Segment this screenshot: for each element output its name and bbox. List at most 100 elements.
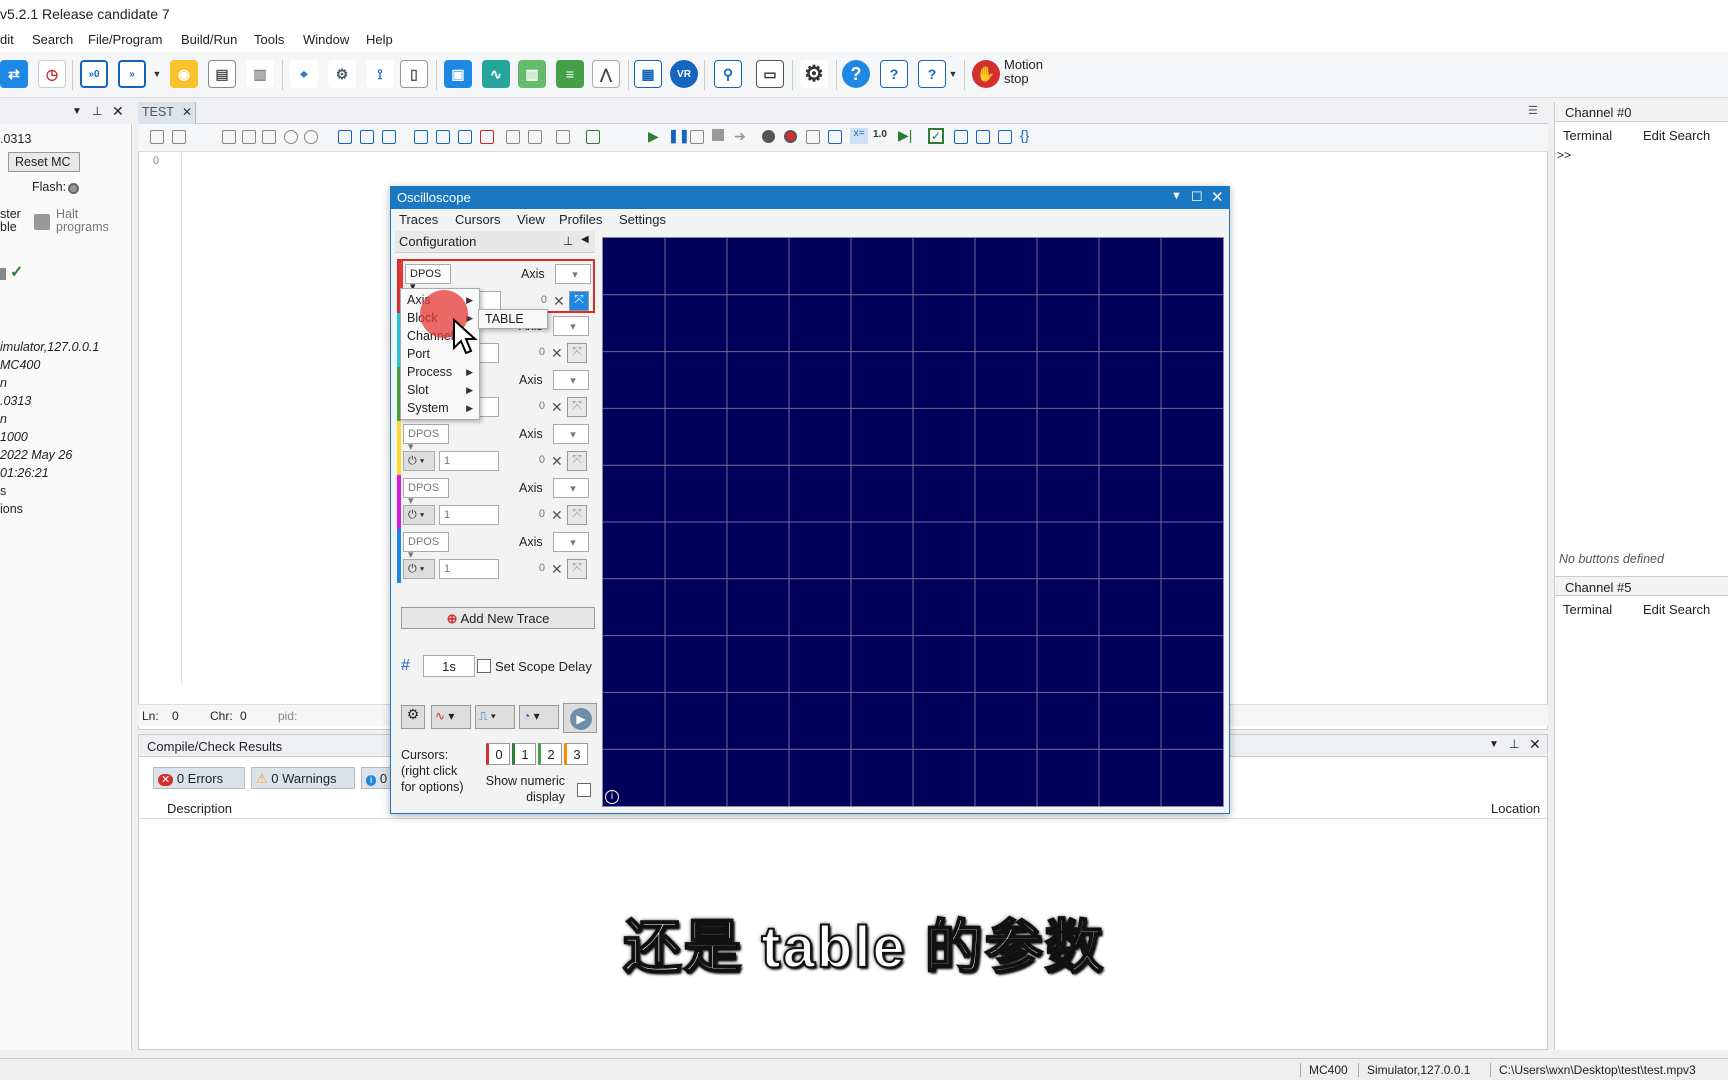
list-indent-icon[interactable] <box>976 130 990 144</box>
errors-filter-button[interactable]: ✕ 0 Errors <box>153 767 245 789</box>
pin-icon[interactable]: ⊥ <box>563 234 573 248</box>
chevron-down-icon[interactable]: ▼ <box>946 60 960 88</box>
trace-offset-input[interactable]: 0 <box>519 451 549 471</box>
trace-scale-icon[interactable]: ⤧ <box>567 559 587 579</box>
trace-power-dropdown[interactable]: ⏻ ▾ <box>403 559 435 579</box>
trace-parameter-select[interactable]: DPOS ▾ <box>403 532 449 561</box>
remove-trace-icon[interactable]: ✕ <box>553 293 565 310</box>
variable-icon[interactable]: x= <box>850 128 868 144</box>
osc-menu-view[interactable]: View <box>517 212 545 227</box>
close-icon[interactable]: ✕ <box>1529 736 1541 753</box>
pause-icon[interactable]: ❚❚ <box>668 128 690 144</box>
trace-parameter-select[interactable]: DPOS ▾ <box>405 264 451 293</box>
value-icon[interactable]: 1.0 <box>873 129 887 140</box>
halt-programs-checkbox[interactable] <box>34 214 50 230</box>
description-column-header[interactable]: Description <box>167 801 232 816</box>
breakpoint-icon[interactable] <box>762 130 775 143</box>
run-icon[interactable]: ▶ <box>648 128 659 145</box>
trigger-mode-dropdown[interactable]: ∿ ▾ <box>431 705 471 729</box>
timebase-input[interactable]: 1s <box>423 655 475 677</box>
user-folder-icon[interactable]: ◉ <box>170 60 198 88</box>
trace-value-input[interactable]: 1 <box>439 505 499 525</box>
replace-icon[interactable] <box>382 130 396 144</box>
bookmark-icon[interactable] <box>414 130 428 144</box>
osc-menu-profiles[interactable]: Profiles <box>559 212 602 227</box>
format-icon[interactable] <box>506 130 520 144</box>
save-icon[interactable] <box>150 130 164 144</box>
outdent-icon[interactable] <box>998 130 1012 144</box>
trace-scale-icon[interactable]: ⤧ <box>569 291 589 311</box>
context-item-process[interactable]: Process <box>407 365 452 379</box>
remove-trace-icon[interactable]: ✕ <box>551 507 563 524</box>
bookmark-prev-icon[interactable] <box>436 130 450 144</box>
osc-menu-cursors[interactable]: Cursors <box>455 212 501 227</box>
clock-icon[interactable]: ◷ <box>38 60 66 88</box>
waveform-icon[interactable]: ∿ <box>482 60 510 88</box>
motion-stop-button[interactable]: Motion stop <box>1004 58 1043 86</box>
trace-offset-input[interactable]: 0 <box>521 291 551 311</box>
chevron-down-icon[interactable]: ▼ <box>1489 739 1499 750</box>
diagnostics-icon[interactable]: ⚲ <box>714 60 742 88</box>
vr-icon[interactable]: VR <box>670 60 698 88</box>
cursor-1-button[interactable]: 1 <box>512 743 536 765</box>
show-numeric-checkbox[interactable] <box>577 783 591 797</box>
axis-select[interactable]: ▾ <box>553 478 589 498</box>
columns-icon[interactable]: ▥ <box>518 60 546 88</box>
bookmark-clear-icon[interactable] <box>480 130 494 144</box>
channel0-tab-search[interactable]: Search <box>1669 128 1710 143</box>
iec-help-icon[interactable]: ? <box>918 60 946 88</box>
osc-menu-settings[interactable]: Settings <box>619 212 666 227</box>
cursor-3-button[interactable]: 3 <box>564 743 588 765</box>
trace-power-dropdown[interactable]: ⏻ ▾ <box>403 451 435 471</box>
context-item-system[interactable]: System <box>407 401 449 415</box>
menu-file-program[interactable]: File/Program <box>88 32 162 47</box>
chevron-down-icon[interactable]: ▼ <box>72 106 82 117</box>
indent-icon[interactable] <box>338 130 352 144</box>
step-over-icon[interactable] <box>690 130 704 144</box>
pin-icon[interactable]: ⊥ <box>92 104 102 118</box>
robot-icon[interactable]: ⚙ <box>328 60 356 88</box>
help-document-icon[interactable]: ? <box>880 60 908 88</box>
cut-icon[interactable] <box>222 130 236 144</box>
gear-icon[interactable]: ⚙ <box>800 60 828 88</box>
close-icon[interactable]: ✕ <box>112 103 124 120</box>
chevron-down-icon[interactable]: ▼ <box>1171 190 1182 202</box>
close-icon[interactable]: ✕ <box>1211 188 1224 206</box>
trace-offset-input[interactable]: 0 <box>519 397 549 417</box>
add-new-trace-button[interactable]: ⊕ Add New Trace <box>401 607 595 629</box>
settings-gear-icon[interactable]: ⚙ <box>401 705 425 729</box>
trace-offset-input[interactable]: 0 <box>519 559 549 579</box>
trace-scale-icon[interactable]: ⤧ <box>567 505 587 525</box>
copy-icon[interactable] <box>242 130 256 144</box>
axis-select[interactable]: ▾ <box>553 532 589 552</box>
channel5-tab-terminal[interactable]: Terminal <box>1563 602 1612 617</box>
location-column-header[interactable]: Location <box>1491 801 1540 816</box>
warnings-filter-button[interactable]: ⚠ 0 Warnings <box>251 767 355 789</box>
table-icon[interactable]: ▤ <box>208 60 236 88</box>
trace-scale-icon[interactable]: ⤧ <box>567 343 587 363</box>
watch-icon[interactable] <box>806 130 820 144</box>
remove-trace-icon[interactable]: ✕ <box>551 561 563 578</box>
debug-icon[interactable] <box>556 130 570 144</box>
submenu-table-item[interactable]: TABLE <box>478 309 548 329</box>
trace-power-dropdown[interactable]: ⏻ ▾ <box>403 505 435 525</box>
bar-chart-icon[interactable]: ▥ <box>246 60 274 88</box>
trace-parameter-select[interactable]: DPOS ▾ <box>403 424 449 453</box>
pin-icon[interactable]: ⊥ <box>1509 737 1519 751</box>
braces-icon[interactable]: {} <box>1020 127 1029 143</box>
paste-icon[interactable] <box>262 130 276 144</box>
axis-select[interactable]: ▾ <box>553 424 589 444</box>
menu-search[interactable]: Search <box>32 32 73 47</box>
print-icon[interactable] <box>172 130 186 144</box>
channel0-tab-terminal[interactable]: Terminal <box>1563 128 1612 143</box>
trigger-edge-dropdown[interactable]: ⎍ ▾ <box>475 705 515 729</box>
terminal-icon[interactable]: » <box>118 60 146 88</box>
remove-trace-icon[interactable]: ✕ <box>551 453 563 470</box>
step-out-icon[interactable]: ➔ <box>734 128 746 145</box>
run-to-icon[interactable]: ▶| <box>898 127 912 144</box>
terminal-zero-icon[interactable]: »0 <box>80 60 108 88</box>
document-settings-icon[interactable]: ▯ <box>400 60 428 88</box>
context-item-port[interactable]: Port <box>407 347 430 361</box>
scope-display[interactable]: i <box>602 237 1224 807</box>
axis-select[interactable]: ▾ <box>555 264 591 284</box>
